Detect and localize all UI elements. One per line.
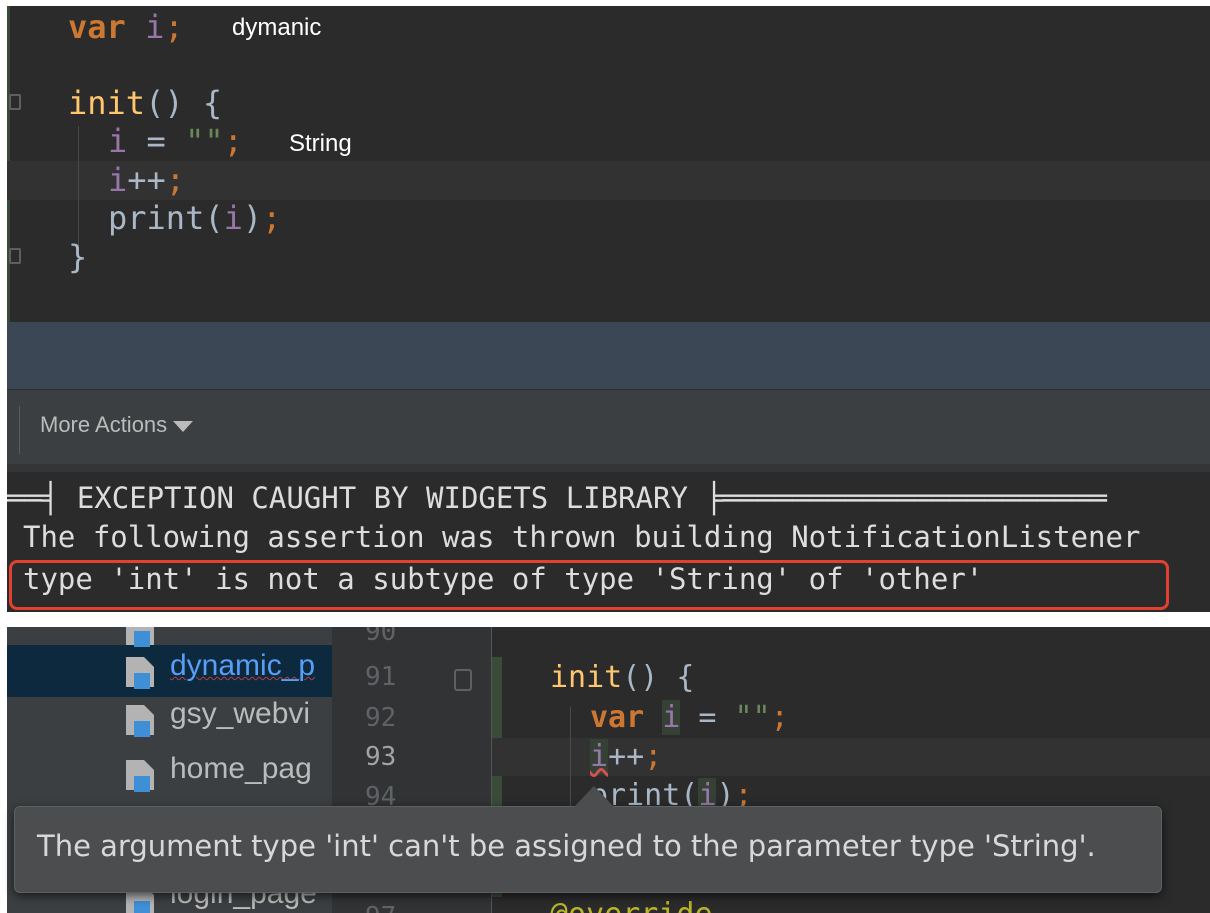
code-line-1: var i; [68, 8, 184, 46]
more-actions-label: More Actions [40, 412, 168, 437]
current-line-highlight [7, 161, 1210, 200]
tree-item-label: gsy_webvi [170, 697, 311, 730]
divider [19, 406, 20, 454]
code-line-6: } [68, 238, 88, 276]
line-number: 91 [365, 662, 397, 692]
fold-marker-icon[interactable] [454, 669, 472, 691]
tree-item-label: dynamic_p [170, 649, 316, 682]
dart-file-icon [126, 627, 154, 647]
current-line-number: 93 [365, 742, 397, 772]
error-tooltip: The argument type 'int' can't be assigne… [14, 786, 1162, 893]
line-number: 92 [365, 703, 397, 733]
indent-guide [78, 126, 79, 256]
exception-message: The following assertion was thrown build… [23, 520, 1141, 554]
line-number: 97 [365, 902, 396, 913]
tooltip-arrow [574, 786, 614, 807]
code-line-3: i = ""; [108, 122, 243, 160]
dart-file-icon [126, 657, 154, 689]
tree-item-label: home_pag [170, 752, 312, 785]
dart-file-icon [126, 705, 154, 737]
fold-marker-icon[interactable] [9, 94, 21, 110]
actions-bar: More Actions [7, 389, 1210, 464]
tooltip-text: The argument type 'int' can't be assigne… [37, 829, 1096, 863]
dropdown-triangle-icon [173, 420, 194, 432]
code-line-92: var i = ""; [590, 700, 789, 735]
dart-file-icon [126, 760, 154, 792]
code-line-91: init() { [550, 660, 695, 695]
code-line-2: init() { [68, 84, 223, 122]
type-annotation-hint: dymanic [232, 14, 322, 41]
type-annotation-hint: String [289, 130, 352, 157]
more-actions-button[interactable]: More Actions [40, 412, 194, 438]
code-line-97: @override [550, 897, 713, 913]
exception-header: ══╡ EXCEPTION CAUGHT BY WIDGETS LIBRARY … [7, 481, 1107, 515]
code-line-4: i++; [108, 161, 186, 199]
code-editor-top[interactable]: var i; dymanic init() { i = ""; String i… [7, 6, 1210, 322]
fold-end-icon[interactable] [9, 248, 21, 264]
line-number: 90 [365, 627, 397, 647]
run-console[interactable]: ══╡ EXCEPTION CAUGHT BY WIDGETS LIBRARY … [7, 464, 1210, 612]
code-line-93: i++; [590, 739, 663, 774]
error-highlight-box [9, 560, 1169, 610]
code-line-5: print(i); [108, 199, 282, 237]
popup-background [7, 322, 1210, 389]
